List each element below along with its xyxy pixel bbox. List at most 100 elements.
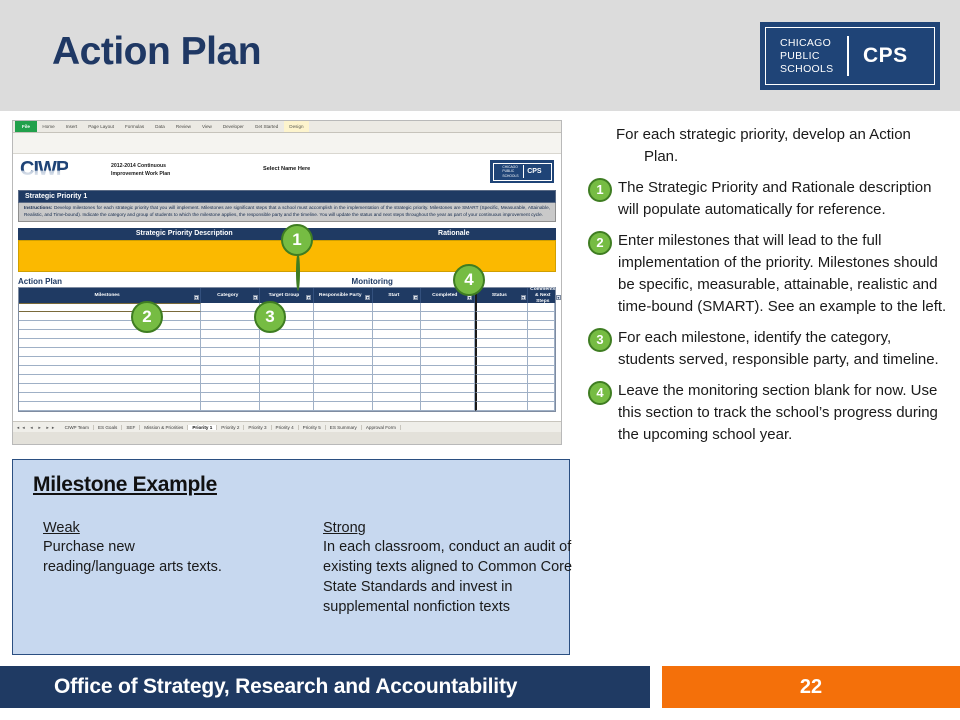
table-cell [474,348,529,358]
table-cell [19,321,202,331]
table-cell [313,357,373,367]
instructions-column: For each strategic priority, develop an … [588,124,948,455]
table-cell [528,393,555,403]
filter-icon-milestones: ▾ [193,295,199,301]
excel-sheet-tab-bar: ◄◄ ◄ ► ►► CIWP Team ES Goals SEF Mission… [13,421,561,432]
table-cell [372,321,421,331]
table-cell [313,321,373,331]
ciwp-cps-logo: CHICAGO PUBLIC SCHOOLS CPS [490,160,554,183]
cps-logo-abbr: CPS [862,44,908,67]
ribbon-tab-insert: Insert [65,124,78,129]
table-cell [313,375,373,385]
step-badge-3: 3 [588,328,612,352]
table-cell [260,375,314,385]
table-cell [420,339,475,349]
instruction-step-4: 4 Leave the monitoring section blank for… [588,380,948,446]
table-cell [372,375,421,385]
table-cell [474,375,529,385]
step-badge-2: 2 [588,231,612,255]
milestone-strong-label: Strong [323,520,366,536]
table-cell [19,339,202,349]
col-header-comments-label: Comments & Next Steps [530,286,556,304]
instructions-label: Instructions: [24,205,53,210]
filter-icon-status: ▾ [520,295,526,301]
instruction-step-1: 1 The Strategic Priority and Rationale d… [588,177,948,221]
table-cell [372,384,421,394]
instructions-intro: For each strategic priority, develop an … [616,126,911,165]
table-row [19,330,555,340]
table-cell [528,321,555,331]
table-cell [201,393,261,403]
table-row [19,303,555,313]
excel-ribbon-tabbar: File Home Insert Page Layout Formulas Da… [13,121,561,133]
table-row [19,339,555,349]
ciwp-subtitle: 2012-2014 Continuous Improvement Work Pl… [111,163,170,178]
step-badge-1: 1 [588,178,612,202]
ciwp-logo: CIWP [20,158,69,180]
table-row [19,312,555,322]
table-cell [474,402,529,412]
cps-logo: CHICAGO PUBLIC SCHOOLS CPS [760,22,940,90]
table-cell [420,357,475,367]
col-header-rationale: Rationale [438,230,470,238]
action-plan-table-body [19,303,555,412]
footer-page-number: 22 [799,675,823,698]
table-cell [260,357,314,367]
step-text-4: Leave the monitoring section blank for n… [618,382,938,443]
table-row [19,348,555,358]
col-header-completed-label: Completed [432,292,458,298]
milestone-weak-text: Purchase new reading/language arts texts… [43,539,222,575]
step-text-1: The Strategic Priority and Rationale des… [618,179,932,218]
table-cell [372,393,421,403]
strategic-priority-title: Strategic Priority 1 [18,190,556,203]
col-header-target-group-label: Target Group [268,292,300,298]
table-row [19,321,555,331]
table-cell [420,393,475,403]
slide-header-band: Action Plan CHICAGO PUBLIC SCHOOLS CPS [0,0,960,111]
filter-icon-category: ▾ [252,295,258,301]
col-header-status: Status ▾ [474,288,529,304]
table-cell [474,339,529,349]
table-cell [201,348,261,358]
table-cell [420,312,475,322]
milestone-example-box: Milestone Example Weak Purchase new read… [12,459,572,655]
table-cell [420,303,475,313]
table-cell [420,321,475,331]
table-cell [528,330,555,340]
col-header-responsible-party: Responsible Party ▾ [314,288,373,304]
table-row [19,357,555,367]
action-plan-table: Milestones ▾ Category ▾ Target Group ▾ R… [18,286,561,413]
table-cell [260,393,314,403]
table-cell [201,375,261,385]
ribbon-tab-developer: Developer [222,124,244,129]
table-row [19,366,555,376]
sheet-tab-es-goals: ES Goals [94,424,123,430]
milestone-example-title: Milestone Example [33,473,217,496]
ribbon-tab-page-layout: Page Layout [88,124,114,129]
table-cell [260,384,314,394]
table-cell [19,393,202,403]
sheet-tab-mission-priorities: Mission & Priorities [140,424,189,430]
table-cell [313,339,373,349]
ciwp-cps-line-3: SCHOOLS [502,173,519,178]
table-cell [19,348,202,358]
ciwp-cps-logo-words: CHICAGO PUBLIC SCHOOLS [502,165,522,178]
table-cell [372,312,421,322]
table-cell [313,393,373,403]
instruction-step-3: 3 For each milestone, identify the categ… [588,327,948,371]
section-label-monitoring: Monitoring [351,277,393,287]
table-cell [528,339,555,349]
ciwp-cps-abbr: CPS [527,168,542,175]
table-cell [201,366,261,376]
table-cell [19,330,202,340]
col-header-milestones-label: Milestones [94,292,120,298]
sheet-tab-ciwp-team: CIWP Team [61,424,94,430]
table-cell [474,330,529,340]
table-cell [19,303,202,313]
cps-logo-line-2: PUBLIC [780,49,820,62]
table-cell [474,393,529,403]
ribbon-tab-file: File [15,121,37,132]
table-cell [420,384,475,394]
table-cell [201,303,261,313]
table-cell [474,366,529,376]
